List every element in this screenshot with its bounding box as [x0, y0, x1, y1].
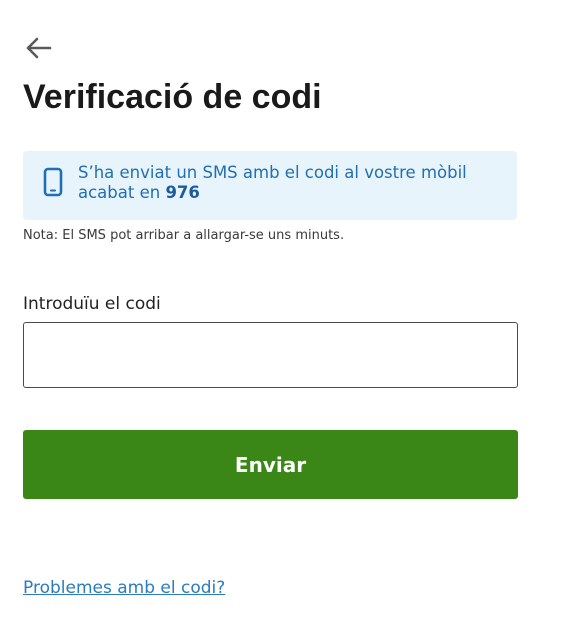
- code-field-label: Introduïu el codi: [23, 294, 161, 314]
- sms-info-banner: S’ha enviat un SMS amb el codi al vostre…: [23, 151, 517, 220]
- sms-info-text: S’ha enviat un SMS amb el codi al vostre…: [78, 163, 467, 202]
- page-title: Verificació de codi: [23, 78, 322, 116]
- sms-delay-note: Nota: El SMS pot arribar a allargar-se u…: [23, 228, 345, 243]
- arrow-left-icon: [24, 36, 52, 64]
- verification-page: Verificació de codi S’ha enviat un SMS a…: [0, 0, 567, 629]
- back-button[interactable]: [24, 34, 56, 66]
- submit-button[interactable]: Enviar: [23, 430, 518, 499]
- mobile-phone-icon: [42, 167, 64, 197]
- code-input[interactable]: [23, 322, 518, 388]
- code-problems-link[interactable]: Problemes amb el codi?: [23, 577, 225, 599]
- phone-last-digits: 976: [165, 183, 200, 202]
- sms-info-message: S’ha enviat un SMS amb el codi al vostre…: [78, 163, 508, 203]
